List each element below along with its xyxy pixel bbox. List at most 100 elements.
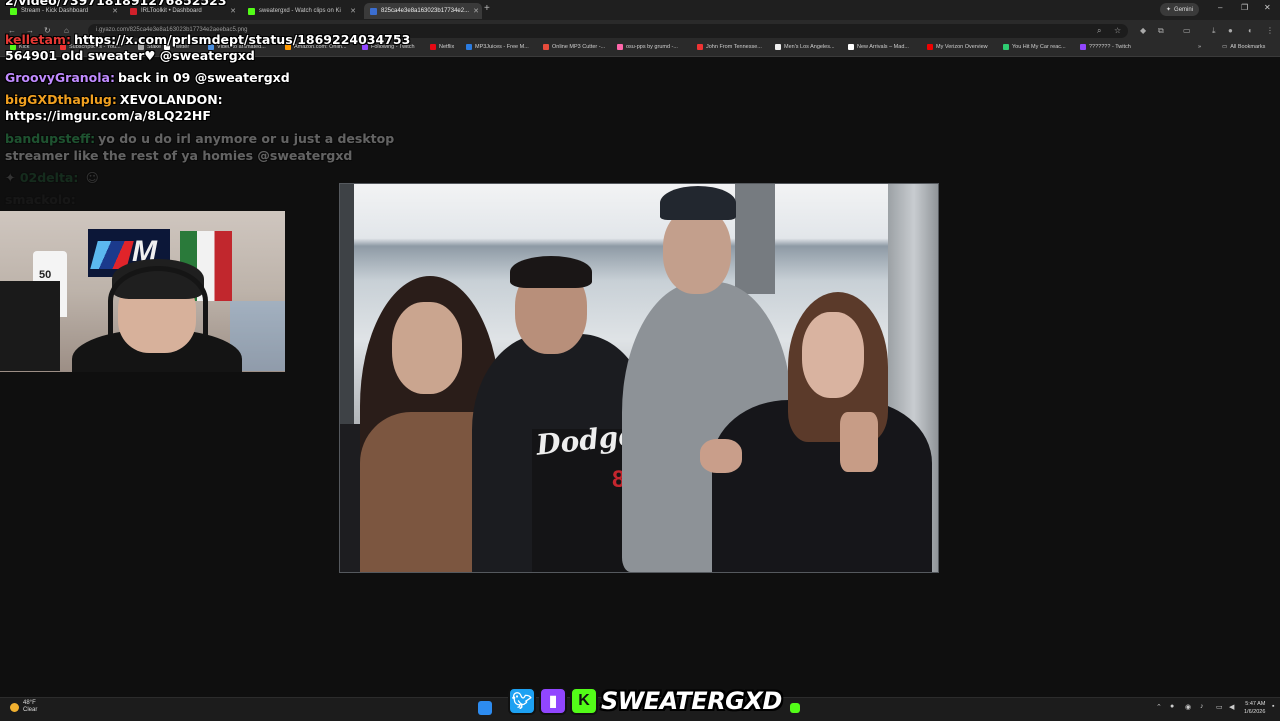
bookmark-favicon-icon xyxy=(430,44,436,50)
streamer-brand-overlay: 🐦︎ ▮ K SWEATERGXD xyxy=(508,685,782,717)
bookmark-label: John From Tennesse... xyxy=(706,44,762,50)
bookmark-label: Men's Los Angeles... xyxy=(784,44,835,50)
bookmark-item[interactable]: Online MP3 Cutter -... xyxy=(543,44,605,50)
chat-line: 564901 old sweater♥ @sweatergxd xyxy=(5,48,255,64)
bookmark-item[interactable]: Men's Los Angeles... xyxy=(775,44,835,50)
download-icon[interactable]: ⤓ xyxy=(1212,26,1216,36)
sun-icon xyxy=(10,702,19,712)
profile-icon[interactable]: ● xyxy=(1228,26,1233,35)
avatar[interactable]: ◐ xyxy=(1248,26,1253,35)
chat-line: kelletam: https://x.com/prlsmdept/status/… xyxy=(5,32,410,48)
tab-kick-clips[interactable]: sweatergxd - Watch clips on Ki ✕ xyxy=(242,3,362,19)
headset-icon xyxy=(108,266,208,336)
folder-icon: ▭ xyxy=(1222,44,1228,50)
puzzle-icon[interactable]: ⧉ xyxy=(1158,26,1164,36)
chat-text: https://x.com/prlsmdept/status/186922403… xyxy=(73,32,411,47)
bookmark-item[interactable]: Netflix xyxy=(430,44,454,50)
bookmark-favicon-icon xyxy=(697,44,703,50)
gemini-button[interactable]: ✦ Gemini xyxy=(1160,3,1200,16)
twitch-icon: ▮ xyxy=(539,687,567,715)
chat-username: smackolo: xyxy=(5,192,76,207)
bookmarks-overflow-icon[interactable]: » xyxy=(1198,44,1201,50)
bookmark-label: ??????? - Twitch xyxy=(1089,44,1131,50)
bookmark-favicon-icon xyxy=(1080,44,1086,50)
bookmark-item[interactable]: My Verizon Overview xyxy=(927,44,988,50)
chat-text: streamer like the rest of ya homies @swe… xyxy=(5,148,353,163)
bookmark-favicon-icon xyxy=(543,44,549,50)
clock-time: 5:47 AM xyxy=(1245,701,1266,707)
window-close-button[interactable]: ✕ xyxy=(1264,3,1271,12)
bookmark-label: My Verizon Overview xyxy=(936,44,988,50)
bookmark-item[interactable]: You Hit My Car reac... xyxy=(1003,44,1066,50)
star-icon[interactable]: ☆ xyxy=(1114,26,1121,35)
bookmark-favicon-icon xyxy=(1003,44,1009,50)
bookmark-label: New Arrivals – Mad... xyxy=(857,44,909,50)
badge-icon: ✦ xyxy=(5,170,16,185)
chat-line: https://imgur.com/a/8LQ22HF xyxy=(5,108,211,124)
close-icon[interactable]: ✕ xyxy=(230,7,236,15)
all-bookmarks-button[interactable]: ▭ All Bookmarks xyxy=(1222,44,1265,50)
chat-text: 564901 old sweater♥ @sweatergxd xyxy=(5,48,255,63)
bookmark-favicon-icon xyxy=(927,44,933,50)
zoom-icon[interactable]: ⌕ xyxy=(1097,26,1101,36)
emote-icon: ☺ xyxy=(85,170,99,185)
chat-username: bandupsteff: xyxy=(5,131,96,146)
notification-icon[interactable]: ▪ xyxy=(1272,703,1274,710)
chat-username: kelletam: xyxy=(5,32,71,47)
shared-photo: Dodgers 8 xyxy=(339,183,939,573)
chat-text: yo do u do irl anymore or u just a deskt… xyxy=(98,131,395,146)
chat-line: ✦ 02delta: ☺ xyxy=(5,170,99,186)
bookmark-item[interactable]: ??????? - Twitch xyxy=(1080,44,1131,50)
kick-icon xyxy=(248,7,255,15)
brand-name: SWEATERGXD xyxy=(601,687,782,715)
tray-app-icon[interactable]: ◉ xyxy=(1185,703,1191,711)
bookmark-item[interactable]: John From Tennesse... xyxy=(697,44,762,50)
sparkle-icon: ✦ xyxy=(1166,7,1172,13)
windows-start-icon[interactable] xyxy=(478,701,492,715)
maximize-button[interactable]: ❐ xyxy=(1241,3,1248,12)
chat-line: bigGXDthaplug: XEVOLANDON: xyxy=(5,92,223,108)
bookmark-favicon-icon xyxy=(617,44,623,50)
taskbar-clock[interactable]: 5:47 AM 1/6/2026 xyxy=(1244,700,1265,716)
bookmark-label: Netflix xyxy=(439,44,455,50)
chat-line: bandupsteff: yo do u do irl anymore or u … xyxy=(5,131,394,147)
gyazo-icon xyxy=(370,7,377,15)
kick-taskbar-icon[interactable] xyxy=(790,703,800,713)
weather-temp: 48°F xyxy=(23,700,36,706)
bookmark-item[interactable]: New Arrivals – Mad... xyxy=(848,44,909,50)
bookmark-item[interactable]: MP3Juices - Free M... xyxy=(466,44,529,50)
kick-icon: K xyxy=(570,687,598,715)
bookmark-favicon-icon xyxy=(775,44,781,50)
new-tab-button[interactable]: + xyxy=(484,3,490,14)
bookmark-label: Online MP3 Cutter -... xyxy=(552,44,606,50)
bookmark-label: osu-pps by grumd -... xyxy=(626,44,678,50)
close-icon[interactable]: ✕ xyxy=(350,7,356,15)
weather-desc: Clear xyxy=(23,707,38,713)
chevron-up-icon[interactable]: ⌃ xyxy=(1156,703,1162,711)
chat-username: bigGXDthaplug: xyxy=(5,92,117,107)
minimize-button[interactable]: – xyxy=(1218,3,1222,12)
chat-username: 02delta: xyxy=(19,170,79,185)
bookmark-label: MP3Juices - Free M... xyxy=(475,44,529,50)
extension-icon[interactable]: ◆ xyxy=(1140,26,1146,35)
gemini-label: Gemini xyxy=(1174,6,1194,13)
tray-app-icon[interactable]: ● xyxy=(1170,703,1174,710)
sidepanel-icon[interactable]: ▭ xyxy=(1183,26,1191,35)
twitter-icon: 🐦︎ xyxy=(508,687,536,715)
network-icon[interactable]: ▭ xyxy=(1216,703,1223,711)
mic-icon[interactable]: ♪ xyxy=(1200,703,1204,710)
chat-text: 2/video/7397181891276852523 xyxy=(5,0,227,8)
chat-line: smackolo: xyxy=(5,192,79,208)
weather-widget[interactable]: 48°F Clear xyxy=(10,700,37,714)
bookmark-item[interactable]: osu-pps by grumd -... xyxy=(617,44,678,50)
tab-label: 825ca4e3e8a163023b17734e2... xyxy=(381,8,470,14)
volume-icon[interactable]: ◀ xyxy=(1229,703,1234,711)
chat-text: XEVOLANDON: xyxy=(119,92,223,107)
tab-gyazo-image[interactable]: 825ca4e3e8a163023b17734e2... ✕ xyxy=(364,3,482,19)
microphone-arm xyxy=(0,281,60,371)
chat-text: back in 09 @sweatergxd xyxy=(117,70,290,85)
bookmark-label: You Hit My Car reac... xyxy=(1012,44,1066,50)
close-icon[interactable]: ✕ xyxy=(473,7,479,15)
menu-icon[interactable]: ⋮ xyxy=(1266,26,1274,35)
chat-username: GroovyGranola: xyxy=(5,70,115,85)
